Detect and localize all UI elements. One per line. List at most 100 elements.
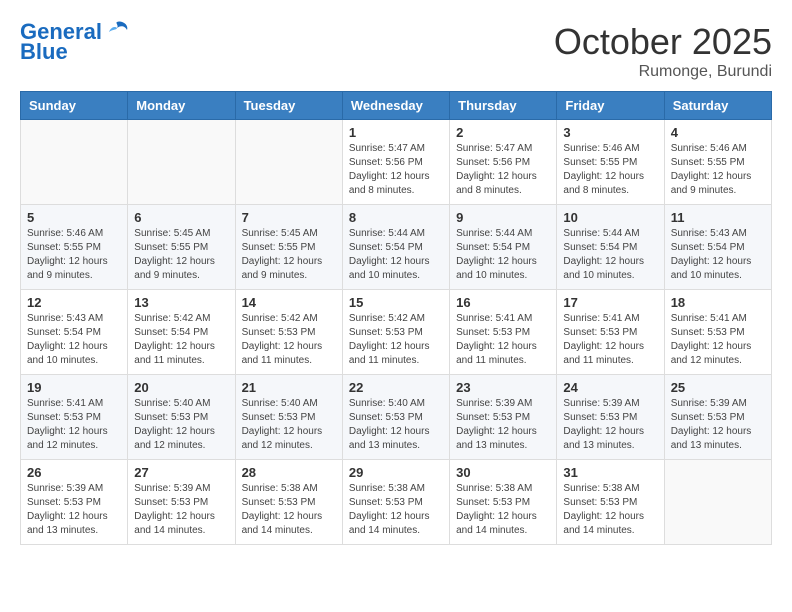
day-info: Sunrise: 5:39 AM Sunset: 5:53 PM Dayligh… <box>27 482 121 538</box>
calendar-day-5: 5 Sunrise: 5:46 AM Sunset: 5:55 PM Daylig… <box>21 205 128 290</box>
calendar-day-26: 26 Sunrise: 5:39 AM Sunset: 5:53 PM Dayli… <box>21 460 128 545</box>
calendar-empty-cell <box>235 120 342 205</box>
day-number: 23 <box>456 380 550 395</box>
day-number: 13 <box>134 295 228 310</box>
day-number: 6 <box>134 210 228 225</box>
calendar-day-10: 10 Sunrise: 5:44 AM Sunset: 5:54 PM Dayli… <box>557 205 664 290</box>
calendar-week-row: 26 Sunrise: 5:39 AM Sunset: 5:53 PM Dayli… <box>21 460 772 545</box>
day-number: 31 <box>563 465 657 480</box>
day-info: Sunrise: 5:38 AM Sunset: 5:53 PM Dayligh… <box>242 482 336 538</box>
day-number: 4 <box>671 125 765 140</box>
calendar-day-30: 30 Sunrise: 5:38 AM Sunset: 5:53 PM Dayli… <box>450 460 557 545</box>
logo: General Blue <box>20 20 131 64</box>
calendar-day-12: 12 Sunrise: 5:43 AM Sunset: 5:54 PM Dayli… <box>21 290 128 375</box>
calendar-day-29: 29 Sunrise: 5:38 AM Sunset: 5:53 PM Dayli… <box>342 460 449 545</box>
calendar-day-13: 13Sunrise: 5:42 AM Sunset: 5:54 PM Dayli… <box>128 290 235 375</box>
day-info: Sunrise: 5:38 AM Sunset: 5:53 PM Dayligh… <box>456 482 550 538</box>
calendar-day-23: 23 Sunrise: 5:39 AM Sunset: 5:53 PM Dayli… <box>450 375 557 460</box>
weekday-header-thursday: Thursday <box>450 92 557 120</box>
day-number: 27 <box>134 465 228 480</box>
calendar-empty-cell <box>21 120 128 205</box>
calendar-day-21: 21 Sunrise: 5:40 AM Sunset: 5:53 PM Dayli… <box>235 375 342 460</box>
day-number: 21 <box>242 380 336 395</box>
day-number: 26 <box>27 465 121 480</box>
day-info: Sunrise: 5:44 AM Sunset: 5:54 PM Dayligh… <box>563 227 657 283</box>
day-number: 18 <box>671 295 765 310</box>
day-number: 2 <box>456 125 550 140</box>
calendar-day-14: 14 Sunrise: 5:42 AM Sunset: 5:53 PM Dayli… <box>235 290 342 375</box>
day-number: 25 <box>671 380 765 395</box>
day-number: 14 <box>242 295 336 310</box>
day-info: Sunrise: 5:41 AM Sunset: 5:53 PM Dayligh… <box>671 312 765 368</box>
calendar-day-19: 19 Sunrise: 5:41 AM Sunset: 5:53 PM Dayli… <box>21 375 128 460</box>
calendar-day-31: 31 Sunrise: 5:38 AM Sunset: 5:53 PM Dayli… <box>557 460 664 545</box>
weekday-header-saturday: Saturday <box>664 92 771 120</box>
calendar-week-row: 19 Sunrise: 5:41 AM Sunset: 5:53 PM Dayli… <box>21 375 772 460</box>
day-info: Sunrise: 5:46 AM Sunset: 5:55 PM Dayligh… <box>671 142 765 198</box>
weekday-header-wednesday: Wednesday <box>342 92 449 120</box>
day-number: 10 <box>563 210 657 225</box>
day-number: 19 <box>27 380 121 395</box>
weekday-header-monday: Monday <box>128 92 235 120</box>
day-info: Sunrise: 5:47 AM Sunset: 5:56 PM Dayligh… <box>456 142 550 198</box>
day-number: 3 <box>563 125 657 140</box>
calendar-table: SundayMondayTuesdayWednesdayThursdayFrid… <box>20 91 772 545</box>
calendar-day-15: 15Sunrise: 5:42 AM Sunset: 5:53 PM Dayli… <box>342 290 449 375</box>
day-number: 20 <box>134 380 228 395</box>
day-number: 5 <box>27 210 121 225</box>
weekday-header-friday: Friday <box>557 92 664 120</box>
calendar-day-25: 25 Sunrise: 5:39 AM Sunset: 5:53 PM Dayli… <box>664 375 771 460</box>
day-number: 29 <box>349 465 443 480</box>
title-block: October 2025 Rumonge, Burundi <box>554 20 772 81</box>
calendar-week-row: 1 Sunrise: 5:47 AM Sunset: 5:56 PM Daylig… <box>21 120 772 205</box>
day-number: 9 <box>456 210 550 225</box>
day-info: Sunrise: 5:41 AM Sunset: 5:53 PM Dayligh… <box>563 312 657 368</box>
calendar-day-16: 16Sunrise: 5:41 AM Sunset: 5:53 PM Dayli… <box>450 290 557 375</box>
calendar-day-9: 9 Sunrise: 5:44 AM Sunset: 5:54 PM Daylig… <box>450 205 557 290</box>
day-number: 11 <box>671 210 765 225</box>
location: Rumonge, Burundi <box>554 63 772 81</box>
weekday-header-tuesday: Tuesday <box>235 92 342 120</box>
day-info: Sunrise: 5:43 AM Sunset: 5:54 PM Dayligh… <box>671 227 765 283</box>
calendar-empty-cell <box>128 120 235 205</box>
calendar-day-11: 11 Sunrise: 5:43 AM Sunset: 5:54 PM Dayli… <box>664 205 771 290</box>
day-number: 8 <box>349 210 443 225</box>
day-number: 22 <box>349 380 443 395</box>
day-info: Sunrise: 5:38 AM Sunset: 5:53 PM Dayligh… <box>349 482 443 538</box>
day-info: Sunrise: 5:39 AM Sunset: 5:53 PM Dayligh… <box>456 397 550 453</box>
day-info: Sunrise: 5:46 AM Sunset: 5:55 PM Dayligh… <box>563 142 657 198</box>
day-number: 1 <box>349 125 443 140</box>
day-info: Sunrise: 5:42 AM Sunset: 5:53 PM Dayligh… <box>242 312 336 368</box>
calendar-day-18: 18 Sunrise: 5:41 AM Sunset: 5:53 PM Dayli… <box>664 290 771 375</box>
calendar-day-24: 24 Sunrise: 5:39 AM Sunset: 5:53 PM Dayli… <box>557 375 664 460</box>
logo-bird-icon <box>103 20 131 42</box>
day-number: 7 <box>242 210 336 225</box>
calendar-day-17: 17 Sunrise: 5:41 AM Sunset: 5:53 PM Dayli… <box>557 290 664 375</box>
day-info: Sunrise: 5:39 AM Sunset: 5:53 PM Dayligh… <box>563 397 657 453</box>
day-info: Sunrise: 5:40 AM Sunset: 5:53 PM Dayligh… <box>242 397 336 453</box>
day-info: Sunrise: 5:46 AM Sunset: 5:55 PM Dayligh… <box>27 227 121 283</box>
calendar-day-27: 27 Sunrise: 5:39 AM Sunset: 5:53 PM Dayli… <box>128 460 235 545</box>
day-info: Sunrise: 5:38 AM Sunset: 5:53 PM Dayligh… <box>563 482 657 538</box>
day-info: Sunrise: 5:39 AM Sunset: 5:53 PM Dayligh… <box>134 482 228 538</box>
calendar-day-4: 4 Sunrise: 5:46 AM Sunset: 5:55 PM Daylig… <box>664 120 771 205</box>
day-info: Sunrise: 5:44 AM Sunset: 5:54 PM Dayligh… <box>456 227 550 283</box>
day-info: Sunrise: 5:41 AM Sunset: 5:53 PM Dayligh… <box>456 312 550 368</box>
day-info: Sunrise: 5:47 AM Sunset: 5:56 PM Dayligh… <box>349 142 443 198</box>
day-number: 17 <box>563 295 657 310</box>
day-number: 24 <box>563 380 657 395</box>
day-number: 12 <box>27 295 121 310</box>
day-info: Sunrise: 5:40 AM Sunset: 5:53 PM Dayligh… <box>349 397 443 453</box>
day-info: Sunrise: 5:41 AM Sunset: 5:53 PM Dayligh… <box>27 397 121 453</box>
day-info: Sunrise: 5:43 AM Sunset: 5:54 PM Dayligh… <box>27 312 121 368</box>
day-number: 30 <box>456 465 550 480</box>
calendar-day-2: 2 Sunrise: 5:47 AM Sunset: 5:56 PM Daylig… <box>450 120 557 205</box>
calendar-empty-cell <box>664 460 771 545</box>
calendar-day-22: 22 Sunrise: 5:40 AM Sunset: 5:53 PM Dayli… <box>342 375 449 460</box>
day-info: Sunrise: 5:45 AM Sunset: 5:55 PM Dayligh… <box>242 227 336 283</box>
calendar-day-28: 28Sunrise: 5:38 AM Sunset: 5:53 PM Dayli… <box>235 460 342 545</box>
weekday-header-row: SundayMondayTuesdayWednesdayThursdayFrid… <box>21 92 772 120</box>
calendar-day-8: 8Sunrise: 5:44 AM Sunset: 5:54 PM Daylig… <box>342 205 449 290</box>
day-info: Sunrise: 5:39 AM Sunset: 5:53 PM Dayligh… <box>671 397 765 453</box>
day-info: Sunrise: 5:45 AM Sunset: 5:55 PM Dayligh… <box>134 227 228 283</box>
